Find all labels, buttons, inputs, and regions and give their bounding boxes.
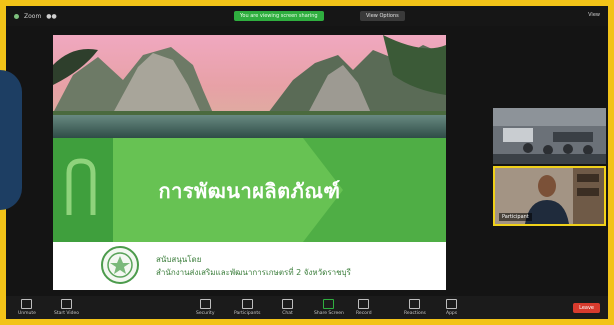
office-name: สำนักงานส่งเสริมและพัฒนาการเกษตรที่ 2 จั… bbox=[156, 268, 351, 277]
apps-grid-icon bbox=[446, 299, 458, 309]
security-shield-icon[interactable] bbox=[14, 13, 19, 19]
left-decoration bbox=[0, 70, 22, 210]
share-screen-button[interactable]: Share Screen bbox=[314, 299, 344, 316]
reactions-button[interactable]: Reactions bbox=[404, 299, 426, 316]
security-button[interactable]: Security bbox=[196, 299, 214, 316]
chat-button[interactable]: Chat bbox=[282, 299, 293, 316]
department-logo bbox=[101, 246, 139, 284]
slide-title: การพัฒนาผลิตภัณฑ์ bbox=[158, 179, 341, 203]
record-button[interactable]: Record bbox=[356, 299, 372, 316]
shared-slide: การพัฒนาผลิตภัณฑ์ สนับสนุนโดย สำนักงานส่… bbox=[53, 35, 446, 290]
participants-button[interactable]: Participants bbox=[234, 299, 260, 316]
meeting-info-label[interactable]: Zoom bbox=[24, 13, 41, 20]
leave-button[interactable]: Leave bbox=[573, 303, 600, 313]
smile-icon bbox=[409, 299, 421, 309]
people-icon bbox=[241, 299, 253, 309]
meeting-room-image bbox=[493, 108, 606, 164]
view-options-button[interactable]: View Options bbox=[360, 11, 405, 21]
meeting-controls-toolbar: Unmute Start Video Security Participants… bbox=[6, 296, 608, 319]
microphone-icon bbox=[21, 299, 33, 309]
record-icon bbox=[358, 299, 370, 309]
mountain-lake-image bbox=[53, 35, 446, 138]
participant-video-1[interactable] bbox=[493, 108, 606, 164]
share-screen-icon bbox=[323, 299, 335, 309]
unmute-button[interactable]: Unmute bbox=[18, 299, 36, 316]
slide-photo bbox=[53, 35, 446, 138]
view-button[interactable]: View bbox=[588, 12, 600, 18]
apps-button[interactable]: Apps bbox=[446, 299, 457, 316]
supported-by-label: สนับสนุนโดย bbox=[156, 255, 202, 264]
video-camera-icon bbox=[61, 299, 73, 309]
participant-name-label: Participant bbox=[499, 213, 532, 221]
more-dots-icon[interactable]: ●● bbox=[46, 13, 56, 20]
start-video-button[interactable]: Start Video bbox=[54, 299, 79, 316]
shield-icon bbox=[199, 299, 211, 309]
participant-video-2[interactable]: Participant bbox=[493, 166, 606, 226]
screen-share-banner: You are viewing screen sharing bbox=[234, 11, 324, 21]
chat-bubble-icon bbox=[282, 299, 293, 309]
meeting-top-bar: Zoom ●● You are viewing screen sharing V… bbox=[6, 6, 608, 26]
